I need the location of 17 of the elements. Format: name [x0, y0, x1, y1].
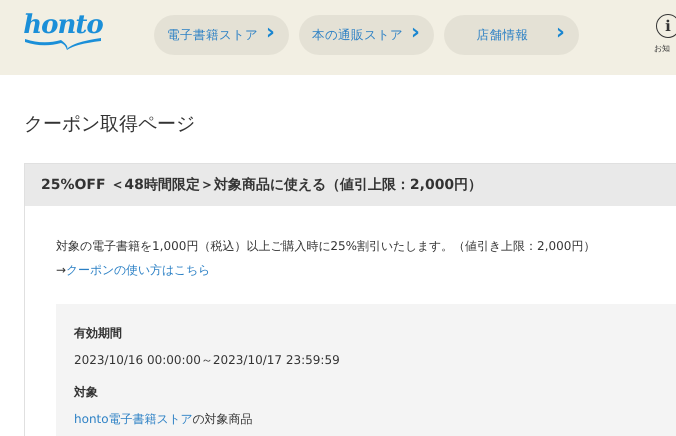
- logo[interactable]: honto: [23, 12, 103, 38]
- page-title: クーポン取得ページ: [24, 112, 195, 137]
- store-link[interactable]: honto電子書籍ストア: [74, 412, 193, 426]
- detail-value: 2023/10/16 00:00:00～2023/10/17 23:59:59: [74, 353, 340, 367]
- info-label[interactable]: お知: [654, 43, 670, 54]
- usage-link[interactable]: クーポンの使い方はこちら: [66, 258, 210, 282]
- detail-value: honto電子書籍ストアの対象商品: [74, 412, 253, 426]
- coupon-title: 25%OFF ＜48時間限定＞対象商品に使える（値引上限：2,000円）: [25, 164, 676, 206]
- swoosh-icon: [23, 36, 103, 50]
- detail-label: 有効期間: [74, 325, 122, 341]
- nav-button[interactable]: 電子書籍ストア ›: [154, 15, 289, 55]
- info-icon[interactable]: i: [656, 14, 676, 38]
- nav-button[interactable]: 店舗情報 ›: [444, 15, 579, 55]
- coupon-description: 対象の電子書籍を1,000円（税込）以上ご購入時に25%割引いたします。（値引き上限：2,000円）: [56, 239, 596, 253]
- nav-button[interactable]: 本の通販ストア ›: [299, 15, 434, 55]
- arrow-text: →: [56, 262, 66, 279]
- detail-label: 対象: [74, 384, 98, 400]
